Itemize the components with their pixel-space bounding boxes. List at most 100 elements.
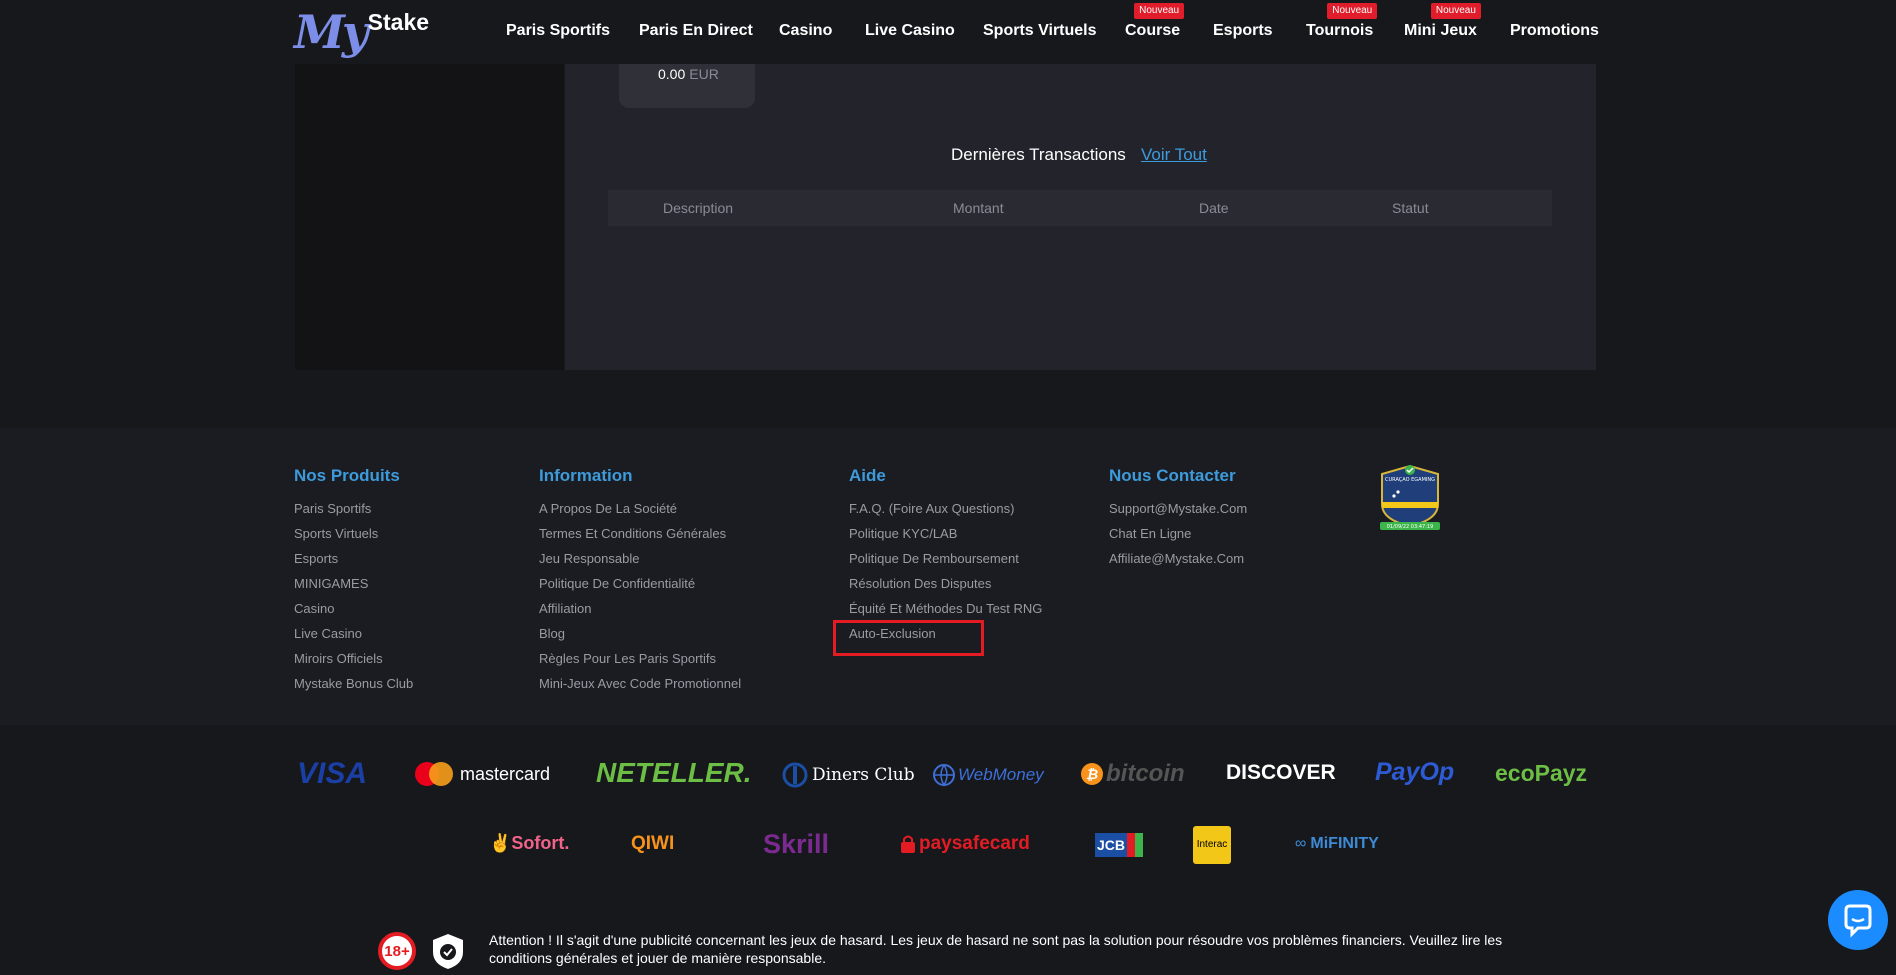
footer-link[interactable]: F.A.Q. (Foire Aux Questions) bbox=[849, 501, 1014, 516]
footer-link[interactable]: Résolution Des Disputes bbox=[849, 576, 991, 591]
footer-link[interactable]: Mystake Bonus Club bbox=[294, 676, 413, 691]
footer-link[interactable]: Miroirs Officiels bbox=[294, 651, 383, 666]
main-nav: Paris Sportifs Paris En Direct Casino Li… bbox=[0, 0, 1896, 64]
nav-label: Course bbox=[1125, 22, 1181, 39]
webmoney-logo: WebMoney bbox=[932, 763, 1044, 787]
shield-check-icon bbox=[431, 932, 465, 970]
balance: 0.00 EUR bbox=[658, 66, 719, 82]
mastercard-circles-icon bbox=[415, 762, 453, 786]
view-all-link[interactable]: Voir Tout bbox=[1141, 145, 1207, 165]
bitcoin-icon: ₿ bbox=[1081, 763, 1103, 785]
footer-link[interactable]: Jeu Responsable bbox=[539, 551, 639, 566]
paysafecard-logo: paysafecard bbox=[900, 833, 1030, 855]
qiwi-logo: QIWI bbox=[631, 833, 675, 854]
footer-title-contact: Nous Contacter bbox=[1109, 466, 1236, 485]
header: My Stake Paris Sportifs Paris En Direct … bbox=[0, 0, 1896, 64]
footer-link[interactable]: Politique De Remboursement bbox=[849, 551, 1019, 566]
nav-label: Paris En Direct bbox=[639, 22, 753, 39]
footer-link[interactable]: Esports bbox=[294, 551, 338, 566]
new-badge: Nouveau bbox=[1134, 3, 1185, 19]
bitcoin-logo: ₿ bitcoin bbox=[1080, 760, 1185, 788]
nav-live-casino[interactable]: Live Casino bbox=[865, 22, 955, 40]
footer-link[interactable]: Blog bbox=[539, 626, 565, 641]
nav-paris-sportifs[interactable]: Paris Sportifs bbox=[506, 22, 610, 40]
nav-label: Casino bbox=[779, 22, 833, 39]
jcb-text: JCB bbox=[1095, 833, 1128, 857]
nav-paris-en-direct[interactable]: Paris En Direct bbox=[639, 22, 753, 40]
account-sidebar bbox=[295, 64, 564, 370]
column-date: Date bbox=[1199, 200, 1229, 216]
sofort-text: Sofort. bbox=[511, 833, 570, 853]
footer-link[interactable]: Politique KYC/LAB bbox=[849, 526, 957, 541]
payop-logo: PayOp bbox=[1375, 758, 1455, 786]
nav-label: Promotions bbox=[1510, 22, 1599, 39]
nav-tournois[interactable]: Tournois Nouveau bbox=[1306, 3, 1378, 40]
column-description: Description bbox=[663, 200, 734, 216]
neteller-logo: NETELLER. bbox=[596, 757, 752, 788]
footer-link[interactable]: Live Casino bbox=[294, 626, 362, 641]
mifinity-logo: ∞ MiFINITY bbox=[1295, 835, 1379, 853]
seal-text: CURAÇAO EGAMING bbox=[1385, 477, 1435, 483]
interac-logo: Interac bbox=[1193, 826, 1231, 864]
nav-label: Tournois bbox=[1306, 22, 1374, 39]
payment-methods bbox=[0, 725, 1896, 901]
seal-date: 01/09/22 03:47:19 bbox=[1387, 524, 1434, 530]
nav-esports[interactable]: Esports bbox=[1213, 22, 1273, 40]
webmoney-globe-icon bbox=[933, 764, 955, 787]
transactions-title: Dernières Transactions bbox=[951, 145, 1126, 164]
curacao-egaming-seal[interactable]: CURAÇAO EGAMING 01/09/22 03:47:19 bbox=[1378, 464, 1442, 532]
footer-link[interactable]: Affiliate@Mystake.Com bbox=[1109, 551, 1244, 566]
nav-label: Esports bbox=[1213, 22, 1273, 39]
discover-logo: DISCOVER bbox=[1226, 761, 1336, 784]
ecopayz-logo: ecoPayz bbox=[1495, 760, 1588, 786]
paysafecard-lock-icon bbox=[901, 835, 915, 853]
footer-link[interactable]: Mini-Jeux Avec Code Promotionnel bbox=[539, 676, 741, 691]
footer-link[interactable]: Support@Mystake.Com bbox=[1109, 501, 1247, 516]
nav-sports-virtuels[interactable]: Sports Virtuels bbox=[983, 22, 1097, 40]
gambling-disclaimer: Attention ! Il s'agit d'une publicité co… bbox=[489, 932, 1503, 966]
footer-link[interactable]: MINIGAMES bbox=[294, 576, 368, 591]
highlight-box bbox=[833, 620, 984, 656]
footer-title-information: Information bbox=[539, 466, 633, 485]
diners-club-logo: Diners Club bbox=[782, 762, 915, 788]
new-badge: Nouveau bbox=[1430, 3, 1481, 19]
footer-title-products: Nos Produits bbox=[294, 466, 400, 485]
footer-link[interactable]: Paris Sportifs bbox=[294, 501, 371, 516]
webmoney-text: WebMoney bbox=[958, 765, 1044, 784]
footer-link[interactable]: Sports Virtuels bbox=[294, 526, 378, 541]
nav-promotions[interactable]: Promotions bbox=[1510, 22, 1599, 40]
column-statut: Statut bbox=[1392, 200, 1429, 216]
new-badge: Nouveau bbox=[1327, 3, 1378, 19]
footer-title-help: Aide bbox=[849, 466, 886, 485]
sofort-hand-icon: ✌ bbox=[489, 833, 512, 853]
jcb-logo: JCB bbox=[1095, 833, 1144, 857]
visa-logo: VISA bbox=[297, 757, 368, 790]
footer-link[interactable]: Chat En Ligne bbox=[1109, 526, 1191, 541]
seal-icon: CURAÇAO EGAMING 01/09/22 03:47:19 bbox=[1380, 464, 1440, 530]
age-18-badge: 18+ bbox=[378, 932, 416, 970]
infinity-icon: ∞ bbox=[1295, 835, 1307, 852]
live-chat-button[interactable] bbox=[1828, 890, 1888, 950]
footer-link[interactable]: Termes Et Conditions Générales bbox=[539, 526, 726, 541]
skrill-logo: Skrill bbox=[763, 829, 830, 859]
footer-link[interactable]: A Propos De La Société bbox=[539, 501, 677, 516]
mifinity-text: MiFINITY bbox=[1310, 835, 1379, 852]
footer-link[interactable]: Règles Pour Les Paris Sportifs bbox=[539, 651, 716, 666]
nav-casino[interactable]: Casino bbox=[779, 22, 832, 40]
bitcoin-text: bitcoin bbox=[1106, 760, 1185, 787]
footer-link[interactable]: Politique De Confidentialité bbox=[539, 576, 695, 591]
nav-label: Paris Sportifs bbox=[506, 22, 611, 39]
mastercard-logo: mastercard bbox=[414, 761, 550, 787]
jcb-green-bar bbox=[1135, 833, 1144, 857]
nav-mini-jeux[interactable]: Mini Jeux Nouveau bbox=[1404, 3, 1481, 40]
nav-course[interactable]: Course Nouveau bbox=[1125, 3, 1185, 40]
footer-link[interactable]: Équité Et Méthodes Du Test RNG bbox=[849, 601, 1042, 616]
footer-link[interactable]: Casino bbox=[294, 601, 334, 616]
svg-text:₿: ₿ bbox=[1086, 767, 1098, 783]
diners-club-icon bbox=[782, 762, 808, 788]
footer-link[interactable]: Affiliation bbox=[539, 601, 592, 616]
mastercard-text: mastercard bbox=[460, 763, 551, 784]
nav-label: Sports Virtuels bbox=[983, 22, 1097, 39]
diners-club-text: Diners Club bbox=[812, 765, 915, 785]
chat-icon bbox=[1844, 904, 1872, 938]
